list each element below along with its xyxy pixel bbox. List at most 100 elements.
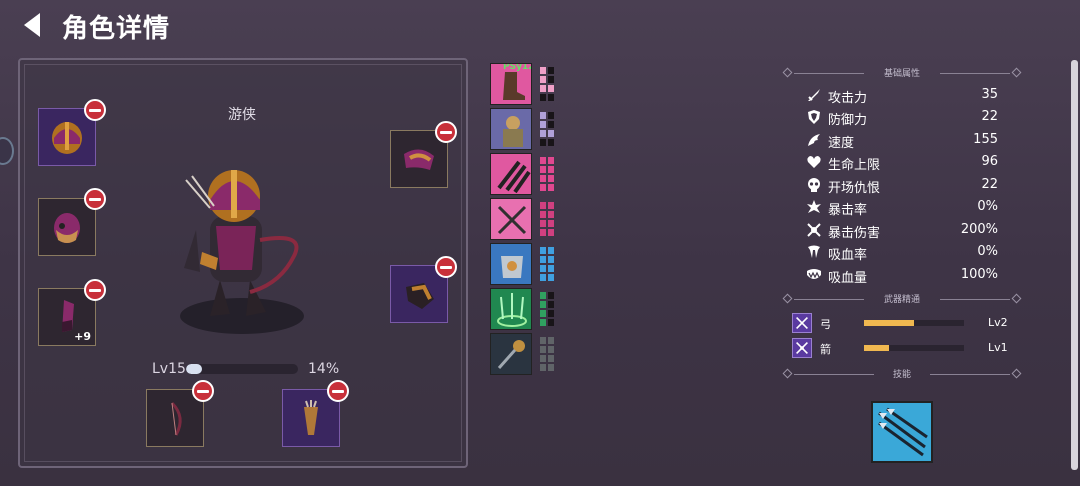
scrollbar[interactable] [1071,60,1078,470]
skull-icon [808,178,820,192]
wing-icon [808,134,820,146]
ability-pip [540,229,546,236]
ability-claw[interactable] [490,153,532,195]
armor-icon [491,244,531,284]
remove-mask-button[interactable] [84,188,106,210]
arrow-mastery-icon [792,338,812,358]
ability-pip [548,301,554,308]
stat-value: 155 [973,132,998,147]
equip-bonus: +9 [74,330,91,343]
mastery-bar [864,320,964,326]
ability-crossed-swords[interactable] [490,198,532,240]
stat-value: 22 [981,109,998,124]
gauntlet-icon [406,283,434,309]
jaw-icon [807,269,821,279]
ability-pip [540,76,546,83]
ability-pip [548,157,554,164]
remove-bow-button[interactable] [192,380,214,402]
side-handle[interactable] [0,137,14,165]
ability-pip [548,229,554,236]
stat-label: 吸血量 [828,271,868,286]
ability-pip [540,355,546,362]
ability-warrior[interactable] [490,108,532,150]
ability-pip [540,274,546,281]
bow-mastery-icon [792,313,812,333]
ability-pip [540,337,546,344]
xp-bar [186,364,298,374]
ability-pip [548,67,554,74]
ability-pip [548,364,554,371]
remove-gauntlet-button[interactable] [435,256,457,278]
ability-armor[interactable] [490,243,532,285]
remove-quiver-button[interactable] [327,380,349,402]
stat-row-defense: 防御力 22 [806,107,1000,128]
ability-pip [548,166,554,173]
mastery-level: Lv2 [988,316,1008,329]
xp-bar-fill [186,364,202,374]
ability-pips [540,157,556,191]
stat-label: 开场仇恨 [828,181,881,196]
class-name: 游侠 [228,107,256,123]
ability-pip [548,292,554,299]
remove-shoulder-button[interactable] [435,121,457,143]
fang-icon [808,245,820,258]
shoulder-icon [404,149,434,170]
ability-pip [540,157,546,164]
ability-pip [540,202,546,209]
mask-icon [54,213,80,243]
green-aura-icon [491,289,531,329]
ability-pips [540,337,556,371]
ability-pip [540,139,546,146]
double-burst-icon [807,223,821,237]
ability-pip [548,130,554,137]
ability-boots[interactable]: PSy12 [490,63,532,105]
burst-icon [807,200,821,213]
heart-icon [807,156,821,168]
stat-row-lifesteal-amount: 吸血量 100% [806,265,1000,286]
ability-pip [540,310,546,317]
mastery-label: 箭 [820,343,831,356]
sword-icon [808,89,820,101]
ability-pip [548,319,554,326]
stat-value: 100% [960,267,998,282]
stat-value: 0% [977,199,998,214]
stat-row-attack: 攻击力 35 [806,85,1000,106]
section-header-mastery: 武器精通 [782,292,1022,306]
section-title: 技能 [892,370,911,380]
ability-flail[interactable] [490,333,532,375]
stat-row-aggro: 开场仇恨 22 [806,175,1000,196]
ability-pip [540,184,546,191]
ability-pip [540,220,546,227]
ability-pip [540,364,546,371]
stat-row-lifesteal-rate: 吸血率 0% [806,242,1000,263]
claw-icon [491,154,531,194]
skill-slot[interactable] [871,401,933,463]
ability-pip [540,292,546,299]
mastery-row-arrow: 箭 Lv1 [792,338,1012,358]
ability-pip [548,247,554,254]
ability-pip [548,346,554,353]
ability-pip [540,121,546,128]
ability-pip [548,310,554,317]
ability-pip [540,175,546,182]
mastery-bar-fill [864,345,889,351]
stat-label: 生命上限 [828,158,881,173]
stat-value: 35 [981,87,998,102]
ability-pips [540,202,556,236]
ability-pip [548,175,554,182]
remove-helmet-button[interactable] [84,99,106,121]
ability-pip [540,94,546,101]
ability-pip [548,76,554,83]
ability-pip [540,346,546,353]
ability-pip [548,256,554,263]
ability-pips [540,112,556,146]
ability-pip [540,211,546,218]
ability-pip [548,184,554,191]
ability-green-aura[interactable] [490,288,532,330]
back-arrow-icon[interactable] [18,10,48,40]
ability-pip [548,337,554,344]
ability-pip [548,112,554,119]
ability-pip [548,265,554,272]
remove-cape-button[interactable] [84,279,106,301]
warrior-icon [491,109,531,149]
